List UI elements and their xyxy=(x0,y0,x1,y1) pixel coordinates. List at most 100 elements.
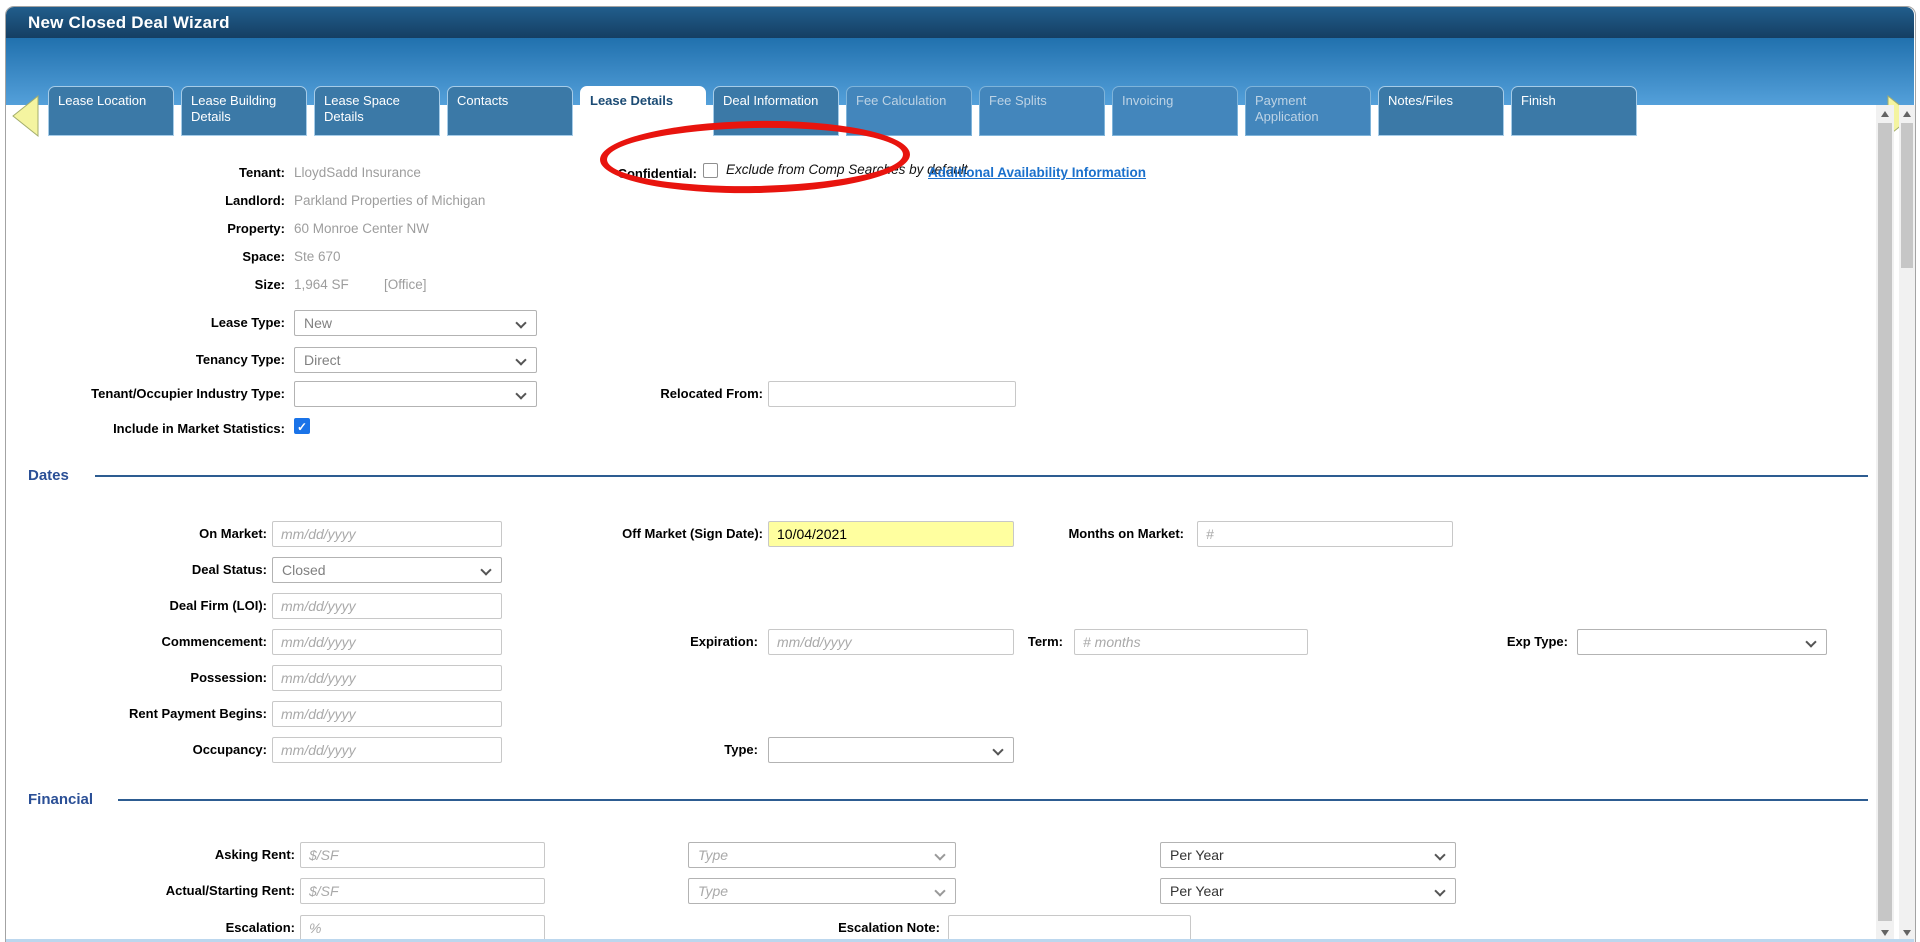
chevron-down-icon xyxy=(1434,849,1445,860)
deal-firm-label: Deal Firm (LOI): xyxy=(80,598,267,613)
tab-fee-calculation: Fee Calculation xyxy=(846,86,972,136)
chevron-down-icon xyxy=(515,354,526,365)
tab-lease-location[interactable]: Lease Location xyxy=(48,86,174,136)
expiration-label: Expiration: xyxy=(620,634,758,649)
term-label: Term: xyxy=(960,634,1063,649)
chevron-down-icon xyxy=(515,317,526,328)
off-market-label: Off Market (Sign Date): xyxy=(560,526,763,541)
size-type: [Office] xyxy=(384,277,427,292)
wizard-tab-strip: Lease Location Lease Building Details Le… xyxy=(6,38,1914,105)
industry-type-select[interactable] xyxy=(294,381,537,407)
lease-type-label: Lease Type: xyxy=(60,315,285,330)
rent-payment-begins-label: Rent Payment Begins: xyxy=(50,706,267,721)
tenant-label: Tenant: xyxy=(60,165,285,180)
landlord-value: Parkland Properties of Michigan xyxy=(294,193,485,208)
months-on-market-label: Months on Market: xyxy=(1000,526,1184,541)
asking-rent-type-select[interactable]: Type xyxy=(688,842,956,868)
exp-type-label: Exp Type: xyxy=(1460,634,1568,649)
scroll-up-icon[interactable] xyxy=(1881,111,1889,117)
property-label: Property: xyxy=(60,221,285,236)
actual-rent-period-select[interactable]: Per Year xyxy=(1160,878,1456,904)
industry-type-label: Tenant/Occupier Industry Type: xyxy=(40,386,285,401)
escalation-label: Escalation: xyxy=(110,920,295,935)
tab-contacts[interactable]: Contacts xyxy=(447,86,573,136)
commencement-input[interactable] xyxy=(272,629,502,655)
asking-rent-label: Asking Rent: xyxy=(110,847,295,862)
occupancy-input[interactable] xyxy=(272,737,502,763)
title-bar: New Closed Deal Wizard xyxy=(6,7,1914,38)
rent-payment-begins-input[interactable] xyxy=(272,701,502,727)
tab-lease-space-details[interactable]: Lease Space Details xyxy=(314,86,440,136)
scroll-down-icon[interactable] xyxy=(1881,930,1889,936)
outer-scrollbar[interactable] xyxy=(1899,105,1915,942)
term-input[interactable] xyxy=(1074,629,1308,655)
tab-finish[interactable]: Finish xyxy=(1511,86,1637,136)
size-label: Size: xyxy=(60,277,285,292)
possession-label: Possession: xyxy=(80,670,267,685)
relocated-from-input[interactable] xyxy=(768,381,1016,407)
escalation-note-label: Escalation Note: xyxy=(800,920,940,935)
new-closed-deal-wizard: New Closed Deal Wizard Lease Location Le… xyxy=(0,0,1920,942)
deal-firm-input[interactable] xyxy=(272,593,502,619)
lease-type-select[interactable]: New xyxy=(294,310,537,336)
scroll-up-icon[interactable] xyxy=(1903,111,1911,117)
confidential-checkbox[interactable] xyxy=(703,163,718,178)
possession-input[interactable] xyxy=(272,665,502,691)
tab-payment-application: Payment Application xyxy=(1245,86,1371,136)
occupancy-type-label: Type: xyxy=(680,742,758,757)
months-on-market-input[interactable] xyxy=(1197,521,1453,547)
occupancy-label: Occupancy: xyxy=(80,742,267,757)
chevron-down-icon xyxy=(480,564,491,575)
landlord-label: Landlord: xyxy=(60,193,285,208)
chevron-down-icon xyxy=(1434,885,1445,896)
chevron-down-icon xyxy=(934,885,945,896)
relocated-from-label: Relocated From: xyxy=(600,386,763,401)
chevron-down-icon xyxy=(992,744,1003,755)
additional-availability-link[interactable]: Additional Availability Information xyxy=(928,165,1146,180)
chevron-down-icon xyxy=(934,849,945,860)
actual-rent-type-select[interactable]: Type xyxy=(688,878,956,904)
chevron-down-icon xyxy=(1805,636,1816,647)
actual-rent-label: Actual/Starting Rent: xyxy=(90,883,295,898)
tenant-value: LloydSadd Insurance xyxy=(294,165,421,180)
confidential-label: Confidential: xyxy=(560,166,697,181)
deal-status-label: Deal Status: xyxy=(80,562,267,577)
occupancy-type-select[interactable] xyxy=(768,737,1014,763)
left-arrow-icon xyxy=(10,125,40,142)
window-frame xyxy=(5,6,1916,942)
financial-section-title: Financial xyxy=(28,791,93,808)
tab-fee-splits: Fee Splits xyxy=(979,86,1105,136)
page-title: New Closed Deal Wizard xyxy=(28,13,230,33)
tab-lease-details[interactable]: Lease Details xyxy=(580,86,706,143)
inner-scrollbar-thumb[interactable] xyxy=(1878,123,1892,921)
tenancy-type-select[interactable]: Direct xyxy=(294,347,537,373)
tab-deal-information[interactable]: Deal Information xyxy=(713,86,839,136)
previous-step-button[interactable] xyxy=(10,94,40,138)
dates-section-rule xyxy=(95,475,1868,477)
scroll-down-icon[interactable] xyxy=(1903,930,1911,936)
escalation-input[interactable] xyxy=(300,915,545,941)
commencement-label: Commencement: xyxy=(80,634,267,649)
tab-notes-files[interactable]: Notes/Files xyxy=(1378,86,1504,136)
on-market-label: On Market: xyxy=(80,526,267,541)
chevron-down-icon xyxy=(515,388,526,399)
outer-scrollbar-thumb[interactable] xyxy=(1901,123,1913,268)
escalation-note-input[interactable] xyxy=(948,915,1191,941)
space-label: Space: xyxy=(60,249,285,264)
space-value: Ste 670 xyxy=(294,249,341,264)
include-market-stats-checkbox[interactable] xyxy=(294,418,310,434)
include-market-stats-label: Include in Market Statistics: xyxy=(60,421,285,436)
inner-scrollbar[interactable] xyxy=(1876,105,1894,942)
off-market-input[interactable] xyxy=(768,521,1014,547)
asking-rent-input[interactable] xyxy=(300,842,545,868)
dates-section-title: Dates xyxy=(28,467,69,484)
financial-section-rule xyxy=(118,799,1868,801)
asking-rent-period-select[interactable]: Per Year xyxy=(1160,842,1456,868)
actual-rent-input[interactable] xyxy=(300,878,545,904)
tenancy-type-label: Tenancy Type: xyxy=(60,352,285,367)
deal-status-select[interactable]: Closed xyxy=(272,557,502,583)
property-value: 60 Monroe Center NW xyxy=(294,221,429,236)
tab-lease-building-details[interactable]: Lease Building Details xyxy=(181,86,307,136)
exp-type-select[interactable] xyxy=(1577,629,1827,655)
on-market-input[interactable] xyxy=(272,521,502,547)
